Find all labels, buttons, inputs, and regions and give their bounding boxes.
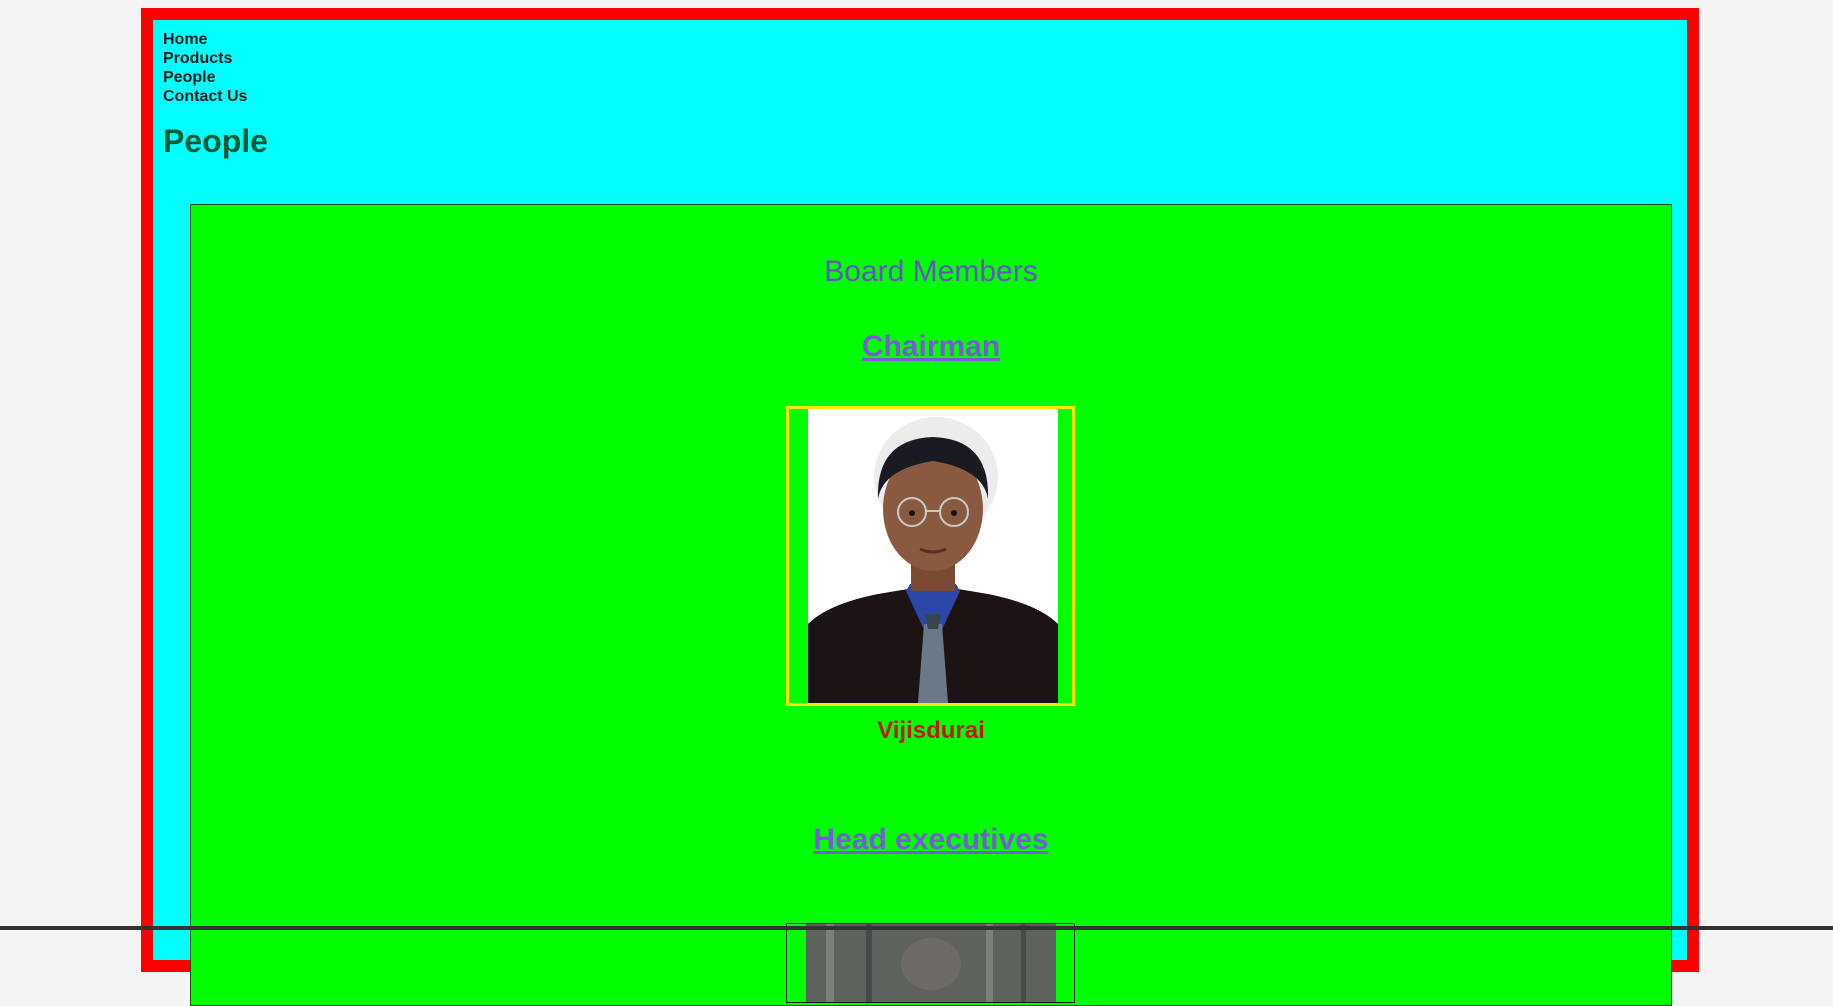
- nav-item-contact: Contact Us: [163, 87, 247, 106]
- nav-item-products: Products: [163, 49, 247, 68]
- chairman-photo: [808, 409, 1058, 703]
- head-executives-link[interactable]: Head executives: [813, 823, 1048, 856]
- main-nav: Home Products People Contact Us: [163, 30, 247, 106]
- chairman-link[interactable]: Chairman: [862, 330, 1000, 363]
- executive-photo-frame: [786, 923, 1075, 1003]
- people-content-panel: Board Members Chairman Vijisdurai Head e…: [190, 204, 1672, 1006]
- executive-photo: [806, 924, 1056, 1002]
- nav-link-contact-us[interactable]: Contact Us: [163, 88, 247, 105]
- nav-item-people: People: [163, 68, 247, 87]
- nav-item-home: Home: [163, 30, 247, 49]
- head-executives-heading: Head executives: [191, 823, 1671, 857]
- page-title: People: [163, 123, 268, 159]
- page-wrapper: Home Products People Contact Us People B…: [141, 8, 1699, 1006]
- chairman-photo-frame: [786, 406, 1075, 706]
- portrait-icon: [808, 409, 1058, 703]
- nav-link-home[interactable]: Home: [163, 31, 207, 48]
- photo-icon: [806, 924, 1056, 1002]
- chairman-name: Vijisdurai: [877, 717, 985, 744]
- nav-link-people[interactable]: People: [163, 69, 215, 86]
- bottom-divider: [0, 926, 1833, 930]
- nav-link-products[interactable]: Products: [163, 50, 232, 67]
- board-members-heading: Board Members: [824, 255, 1038, 288]
- chairman-heading: Chairman: [191, 330, 1671, 364]
